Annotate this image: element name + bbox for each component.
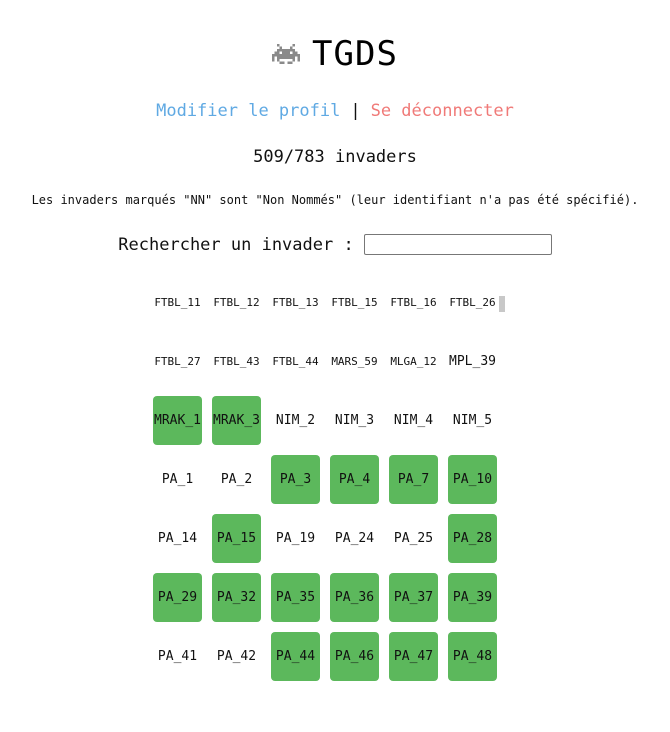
invader-tile[interactable]: PA_39 <box>448 573 497 622</box>
invader-tile[interactable]: PA_24 <box>330 514 379 563</box>
invader-tile[interactable]: PA_19 <box>271 514 320 563</box>
invader-tile[interactable]: PA_44 <box>271 632 320 681</box>
user-nav: Modifier le profil | Se déconnecter <box>0 101 670 121</box>
invader-tile[interactable]: MLGA_12 <box>389 337 438 386</box>
invader-tile[interactable]: NIM_5 <box>448 396 497 445</box>
invader-tile[interactable]: PA_36 <box>330 573 379 622</box>
invader-tile[interactable]: FTBL_27 <box>153 337 202 386</box>
invader-tile[interactable]: NIM_4 <box>389 396 438 445</box>
invader-tile[interactable]: PA_1 <box>153 455 202 504</box>
invader-tile[interactable]: PA_3 <box>271 455 320 504</box>
invader-tile[interactable]: FTBL_11 <box>153 278 202 327</box>
invader-tile[interactable]: PA_7 <box>389 455 438 504</box>
invader-tile[interactable]: FTBL_26 <box>448 278 497 327</box>
page-header: TGDS <box>0 34 670 74</box>
invader-grid: FTBL_11 FTBL_12 FTBL_13 FTBL_15 FTBL_16 FTBL_… <box>153 278 497 681</box>
invader-tile[interactable]: PA_42 <box>212 632 261 681</box>
invader-tile[interactable]: FTBL_15 <box>330 278 379 327</box>
invader-tile[interactable]: MRAK_3 <box>212 396 261 445</box>
invader-tile[interactable]: FTBL_16 <box>389 278 438 327</box>
nav-separator: | <box>350 101 361 121</box>
invader-tile[interactable]: NIM_2 <box>271 396 320 445</box>
invader-tile[interactable]: FTBL_44 <box>271 337 320 386</box>
invader-tile[interactable]: PA_48 <box>448 632 497 681</box>
invader-tile[interactable]: MPL_39 <box>448 337 497 386</box>
scrollbar-thumb[interactable] <box>499 296 505 312</box>
invader-tile[interactable]: FTBL_12 <box>212 278 261 327</box>
invader-tile[interactable]: MRAK_1 <box>153 396 202 445</box>
invader-tile[interactable]: FTBL_13 <box>271 278 320 327</box>
edit-profile-link[interactable]: Modifier le profil <box>156 101 340 121</box>
invader-tile[interactable]: PA_41 <box>153 632 202 681</box>
invader-tile[interactable]: FTBL_43 <box>212 337 261 386</box>
invader-tile[interactable]: PA_32 <box>212 573 261 622</box>
invader-count: 509/783 invaders <box>253 147 417 167</box>
space-invader-icon <box>272 42 301 66</box>
logout-link[interactable]: Se déconnecter <box>371 101 514 121</box>
invader-tile[interactable]: PA_28 <box>448 514 497 563</box>
nn-note: Les invaders marqués "NN" sont "Non Nomm… <box>31 193 639 207</box>
invader-tile[interactable]: PA_25 <box>389 514 438 563</box>
invader-tile[interactable]: PA_47 <box>389 632 438 681</box>
invader-tile[interactable]: PA_29 <box>153 573 202 622</box>
page-title: TGDS <box>312 34 398 74</box>
search-input[interactable] <box>363 234 552 255</box>
search-label: Rechercher un invader : <box>118 234 354 255</box>
invader-tile[interactable]: PA_35 <box>271 573 320 622</box>
invader-tile[interactable]: MARS_59 <box>330 337 379 386</box>
search-bar: Rechercher un invader : <box>0 234 670 255</box>
invader-tile[interactable]: PA_10 <box>448 455 497 504</box>
invader-tile[interactable]: PA_4 <box>330 455 379 504</box>
invader-tile[interactable]: NIM_3 <box>330 396 379 445</box>
invader-tile[interactable]: PA_2 <box>212 455 261 504</box>
invader-tile[interactable]: PA_14 <box>153 514 202 563</box>
invader-tile[interactable]: PA_15 <box>212 514 261 563</box>
invader-tile[interactable]: PA_37 <box>389 573 438 622</box>
invader-tile[interactable]: PA_46 <box>330 632 379 681</box>
